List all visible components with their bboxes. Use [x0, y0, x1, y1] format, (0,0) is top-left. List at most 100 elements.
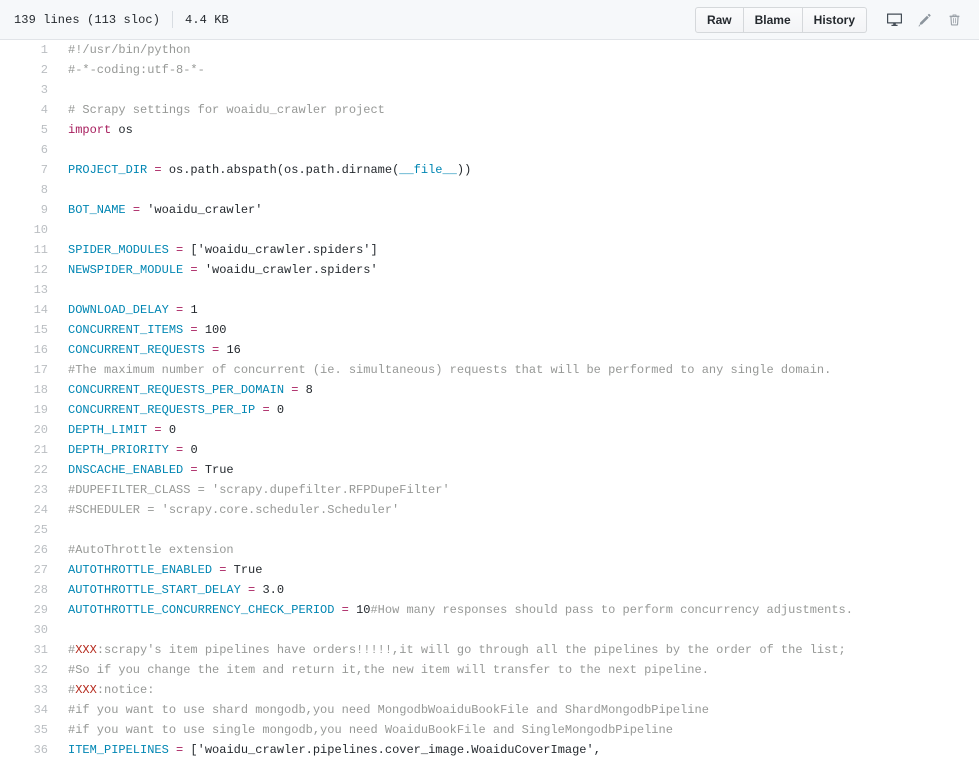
line-number[interactable]: 32: [0, 660, 58, 680]
code-line-row: 19 CONCURRENT_REQUESTS_PER_IP = 0: [0, 400, 979, 420]
line-content[interactable]: AUTOTHROTTLE_ENABLED = True: [58, 560, 979, 580]
line-content[interactable]: [58, 80, 979, 100]
line-content[interactable]: #!/usr/bin/python: [58, 40, 979, 60]
line-content[interactable]: #DUPEFILTER_CLASS = 'scrapy.dupefilter.R…: [58, 480, 979, 500]
line-number[interactable]: 18: [0, 380, 58, 400]
line-content[interactable]: DEPTH_LIMIT = 0: [58, 420, 979, 440]
line-content[interactable]: [58, 620, 979, 640]
line-content[interactable]: NEWSPIDER_MODULE = 'woaidu_crawler.spide…: [58, 260, 979, 280]
line-content[interactable]: CONCURRENT_REQUESTS_PER_DOMAIN = 8: [58, 380, 979, 400]
code-line-row: 27 AUTOTHROTTLE_ENABLED = True: [0, 560, 979, 580]
line-content[interactable]: CONCURRENT_REQUESTS = 16: [58, 340, 979, 360]
line-content[interactable]: [58, 520, 979, 540]
desktop-icon[interactable]: [879, 7, 909, 33]
line-content[interactable]: #XXX:notice:: [58, 680, 979, 700]
line-number[interactable]: 9: [0, 200, 58, 220]
line-number[interactable]: 27: [0, 560, 58, 580]
line-content[interactable]: [58, 140, 979, 160]
code-token: os.path.abspath(os.path.dirname(: [161, 163, 400, 177]
line-content[interactable]: CONCURRENT_REQUESTS_PER_IP = 0: [58, 400, 979, 420]
line-content[interactable]: PROJECT_DIR = os.path.abspath(os.path.di…: [58, 160, 979, 180]
pencil-icon[interactable]: [909, 7, 939, 33]
code-token: 100: [204, 323, 227, 337]
line-number[interactable]: 1: [0, 40, 58, 60]
line-number[interactable]: 14: [0, 300, 58, 320]
line-content[interactable]: #XXX:scrapy's item pipelines have orders…: [58, 640, 979, 660]
line-number[interactable]: 7: [0, 160, 58, 180]
code-token: 10: [356, 603, 371, 617]
line-content[interactable]: #if you want to use shard mongodb,you ne…: [58, 700, 979, 720]
line-content[interactable]: DOWNLOAD_DELAY = 1: [58, 300, 979, 320]
code-line-row: 18 CONCURRENT_REQUESTS_PER_DOMAIN = 8: [0, 380, 979, 400]
raw-button[interactable]: Raw: [694, 6, 744, 33]
line-number[interactable]: 33: [0, 680, 58, 700]
line-content[interactable]: DNSCACHE_ENABLED = True: [58, 460, 979, 480]
line-number[interactable]: 25: [0, 520, 58, 540]
line-number[interactable]: 29: [0, 600, 58, 620]
line-number[interactable]: 11: [0, 240, 58, 260]
code-token: 0: [168, 423, 177, 437]
line-content[interactable]: [58, 220, 979, 240]
code-token: =: [262, 403, 270, 417]
line-number[interactable]: 4: [0, 100, 58, 120]
line-content[interactable]: import os: [58, 120, 979, 140]
line-content[interactable]: DEPTH_PRIORITY = 0: [58, 440, 979, 460]
line-content[interactable]: #The maximum number of concurrent (ie. s…: [58, 360, 979, 380]
line-number[interactable]: 30: [0, 620, 58, 640]
line-content[interactable]: #AutoThrottle extension: [58, 540, 979, 560]
line-content[interactable]: SPIDER_MODULES = ['woaidu_crawler.spider…: [58, 240, 979, 260]
file-size: 4.4 KB: [185, 12, 229, 27]
line-content[interactable]: ITEM_PIPELINES = ['woaidu_crawler.pipeli…: [58, 740, 979, 760]
line-content[interactable]: BOT_NAME = 'woaidu_crawler': [58, 200, 979, 220]
line-number[interactable]: 31: [0, 640, 58, 660]
code-token: #SCHEDULER = 'scrapy.core.scheduler.Sche…: [68, 503, 400, 517]
line-number[interactable]: 10: [0, 220, 58, 240]
code-line-row: 3: [0, 80, 979, 100]
line-number[interactable]: 13: [0, 280, 58, 300]
line-number[interactable]: 2: [0, 60, 58, 80]
line-content[interactable]: AUTOTHROTTLE_CONCURRENCY_CHECK_PERIOD = …: [58, 600, 979, 620]
code-line-row: 11 SPIDER_MODULES = ['woaidu_crawler.spid…: [0, 240, 979, 260]
line-content[interactable]: [58, 280, 979, 300]
line-number[interactable]: 36: [0, 740, 58, 760]
line-number[interactable]: 28: [0, 580, 58, 600]
code-token: 8: [305, 383, 313, 397]
line-content[interactable]: [58, 180, 979, 200]
history-button[interactable]: History: [802, 6, 867, 33]
line-content[interactable]: #if you want to use single mongodb,you n…: [58, 720, 979, 740]
line-content[interactable]: #So if you change the item and return it…: [58, 660, 979, 680]
line-content[interactable]: AUTOTHROTTLE_START_DELAY = 3.0: [58, 580, 979, 600]
line-number[interactable]: 24: [0, 500, 58, 520]
line-number[interactable]: 12: [0, 260, 58, 280]
line-content[interactable]: #SCHEDULER = 'scrapy.core.scheduler.Sche…: [58, 500, 979, 520]
trash-icon[interactable]: [939, 7, 969, 33]
line-number[interactable]: 6: [0, 140, 58, 160]
line-number[interactable]: 5: [0, 120, 58, 140]
code-token: :scrapy's item pipelines have orders!!!!…: [96, 643, 846, 657]
code-token: 0: [276, 403, 285, 417]
line-number[interactable]: 23: [0, 480, 58, 500]
code-token: #if you want to use single mongodb,you n…: [68, 723, 673, 737]
line-number[interactable]: 20: [0, 420, 58, 440]
line-number[interactable]: 26: [0, 540, 58, 560]
line-number[interactable]: 34: [0, 700, 58, 720]
line-number[interactable]: 19: [0, 400, 58, 420]
line-number[interactable]: 35: [0, 720, 58, 740]
line-number[interactable]: 21: [0, 440, 58, 460]
line-content[interactable]: CONCURRENT_ITEMS = 100: [58, 320, 979, 340]
code-line-row: 14 DOWNLOAD_DELAY = 1: [0, 300, 979, 320]
line-number[interactable]: 17: [0, 360, 58, 380]
code-token: 16: [226, 343, 241, 357]
line-content[interactable]: # Scrapy settings for woaidu_crawler pro…: [58, 100, 979, 120]
line-number[interactable]: 15: [0, 320, 58, 340]
line-number[interactable]: 8: [0, 180, 58, 200]
code-token: 'woaidu_crawler.spiders': [204, 263, 378, 277]
line-content[interactable]: #-*-coding:utf-8-*-: [58, 60, 979, 80]
line-number[interactable]: 16: [0, 340, 58, 360]
line-number[interactable]: 3: [0, 80, 58, 100]
blame-button[interactable]: Blame: [743, 6, 803, 33]
line-number[interactable]: 22: [0, 460, 58, 480]
